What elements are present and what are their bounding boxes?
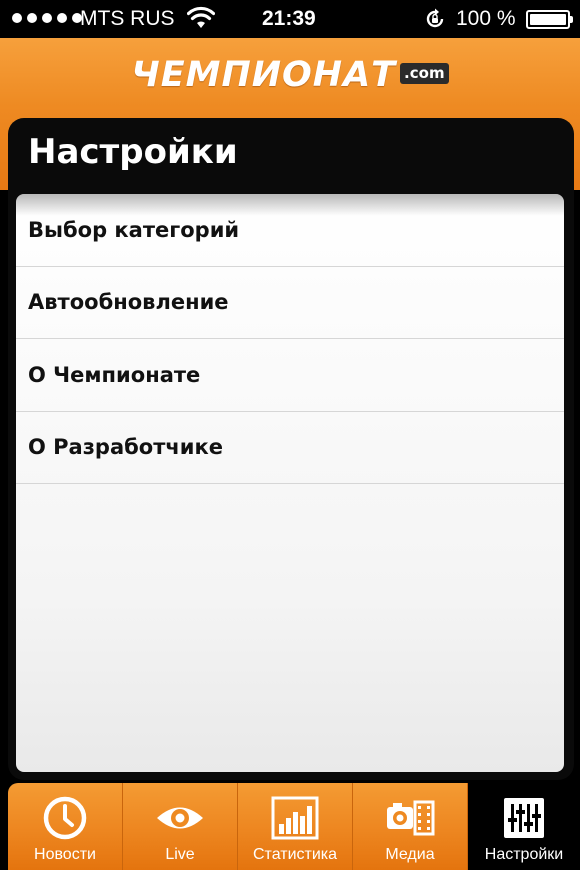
settings-item-autoupdate[interactable]: Автообновление	[16, 267, 564, 339]
eye-icon	[157, 807, 203, 829]
settings-item-about-developer[interactable]: О Разработчике	[16, 412, 564, 484]
status-bar: MTS RUS 21:39 100 %	[0, 0, 580, 38]
clock-icon	[43, 796, 87, 840]
page-title: Настройки	[28, 132, 238, 172]
tab-live[interactable]: Live	[123, 783, 238, 870]
tab-live-label: Live	[165, 846, 195, 863]
battery-percent: 100 %	[456, 7, 516, 30]
tab-news[interactable]: Новости	[8, 783, 123, 870]
settings-panel: Настройки Выбор категорий Автообновление…	[8, 118, 574, 780]
tab-news-label: Новости	[34, 846, 96, 863]
bar-chart-icon	[271, 796, 319, 840]
carrier-name: MTS RUS	[80, 7, 175, 30]
tab-media[interactable]: Медиа	[353, 783, 468, 870]
tab-statistics[interactable]: Статистика	[238, 783, 353, 870]
wifi-icon	[187, 6, 215, 28]
tab-settings[interactable]: Настройки	[468, 783, 580, 870]
battery-level-fill	[530, 14, 566, 25]
rotation-lock-icon	[426, 8, 444, 28]
tab-media-label: Медиа	[385, 846, 435, 863]
sliders-icon	[504, 798, 544, 838]
settings-item-about-championat[interactable]: О Чемпионате	[16, 339, 564, 412]
battery-icon	[526, 10, 573, 29]
settings-list: Выбор категорий Автообновление О Чемпион…	[16, 194, 564, 772]
clock: 21:39	[262, 7, 316, 30]
tab-settings-label: Настройки	[484, 846, 564, 863]
tab-statistics-label: Статистика	[252, 846, 338, 863]
app-logo: ЧЕМПИОНАТ .com	[0, 55, 580, 95]
logo-suffix-text: .com	[400, 63, 449, 84]
camera-film-icon	[387, 800, 435, 836]
tab-bar: Новости Live Статистика Медиа Настройки	[8, 783, 580, 870]
signal-dots-icon	[12, 13, 82, 23]
logo-main-text: ЧЕМПИОНАТ	[131, 55, 397, 95]
settings-item-categories[interactable]: Выбор категорий	[16, 194, 564, 267]
